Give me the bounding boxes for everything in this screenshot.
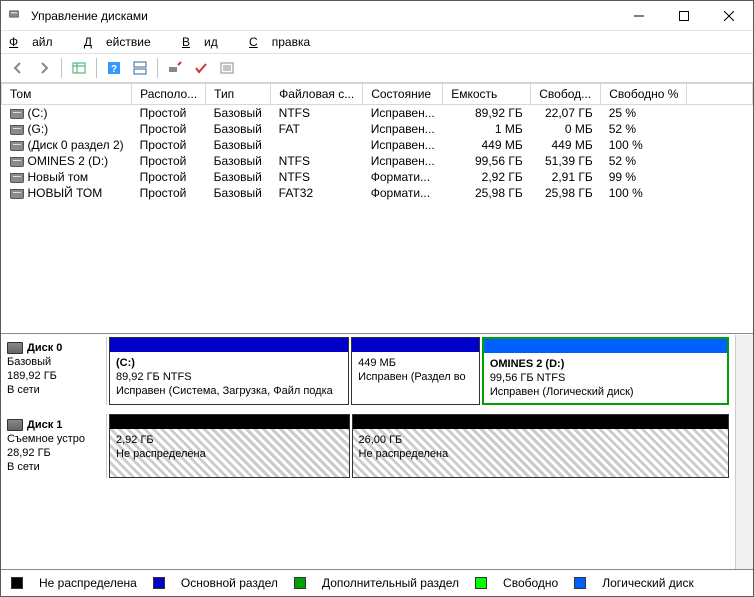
- legend-primary: Основной раздел: [181, 576, 278, 590]
- column-header[interactable]: Емкость: [443, 84, 531, 105]
- toolbar-separator: [96, 58, 97, 78]
- legend-swatch-primary: [153, 577, 165, 589]
- svg-text:?: ?: [111, 64, 117, 75]
- partition-status: Исправен (Логический диск): [490, 386, 634, 398]
- table-row[interactable]: НОВЫЙ ТОМПростойБазовыйFAT32Формати...25…: [2, 185, 753, 201]
- column-header[interactable]: Свободно %: [601, 84, 687, 105]
- partition-status: Не распределена: [359, 448, 449, 460]
- partition-title: (C:): [116, 357, 135, 369]
- graphical-view: Диск 0Базовый189,92 ГБВ сети(C:)89,92 ГБ…: [1, 334, 753, 569]
- column-header[interactable]: Располо...: [132, 84, 206, 105]
- window-title: Управление дисками: [31, 9, 616, 23]
- partition-sub: 89,92 ГБ NTFS: [116, 371, 192, 383]
- partition-status: Исправен (Раздел во: [358, 371, 465, 383]
- back-button[interactable]: [7, 57, 29, 79]
- menu-help[interactable]: Справка: [249, 35, 324, 49]
- disk-info[interactable]: Диск 1Съемное устро28,92 ГБВ сети: [1, 414, 107, 478]
- legend-free: Свободно: [503, 576, 558, 590]
- disk-type: Базовый: [7, 355, 100, 369]
- volume-icon: [10, 125, 24, 135]
- volume-icon: [10, 173, 24, 183]
- toolbar-settings-button[interactable]: [164, 57, 186, 79]
- volume-list[interactable]: ТомРасполо...ТипФайловая с...СостояниеЕм…: [1, 83, 753, 334]
- toolbar: ?: [1, 54, 753, 83]
- column-header[interactable]: Состояние: [363, 84, 443, 105]
- menu-view[interactable]: Вид: [182, 35, 232, 49]
- partition[interactable]: OMINES 2 (D:) 99,56 ГБ NTFS Исправен (Логи…: [482, 337, 729, 405]
- partition[interactable]: 449 МБ Исправен (Раздел во: [351, 337, 480, 405]
- disk-icon: [7, 419, 23, 431]
- disk-status: В сети: [7, 383, 100, 397]
- partition-status: Исправен (Система, Загрузка, Файл подка: [116, 385, 333, 397]
- table-row[interactable]: (C:)ПростойБазовыйNTFSИсправен...89,92 Г…: [2, 105, 753, 122]
- disk-status: В сети: [7, 460, 100, 474]
- legend-extended: Дополнительный раздел: [322, 576, 459, 590]
- partition-title: OMINES 2 (D:): [490, 358, 565, 370]
- minimize-button[interactable]: [616, 1, 661, 30]
- disk-info[interactable]: Диск 0Базовый189,92 ГБВ сети: [1, 337, 107, 405]
- close-button[interactable]: [706, 1, 751, 30]
- forward-button[interactable]: [33, 57, 55, 79]
- legend-swatch-unalloc: [11, 577, 23, 589]
- partition-sub: 449 МБ: [358, 357, 396, 369]
- column-header[interactable]: Свобод...: [531, 84, 601, 105]
- menu-action[interactable]: Действие: [84, 35, 165, 49]
- disk-icon: [7, 342, 23, 354]
- partition[interactable]: 26,00 ГБ Не распределена: [352, 414, 730, 478]
- table-row[interactable]: Новый томПростойБазовыйNTFSФормати...2,9…: [2, 169, 753, 185]
- volume-icon: [10, 189, 24, 199]
- legend-swatch-extended: [294, 577, 306, 589]
- volume-icon: [10, 157, 24, 167]
- legend: Не распределена Основной раздел Дополнит…: [1, 569, 753, 596]
- toolbar-separator: [61, 58, 62, 78]
- maximize-button[interactable]: [661, 1, 706, 30]
- partition[interactable]: 2,92 ГБ Не распределена: [109, 414, 350, 478]
- partition[interactable]: (C:) 89,92 ГБ NTFS Исправен (Система, Загр…: [109, 337, 349, 405]
- toolbar-view-button[interactable]: [68, 57, 90, 79]
- disk-size: 189,92 ГБ: [7, 369, 100, 383]
- table-row[interactable]: (Диск 0 раздел 2)ПростойБазовыйИсправен.…: [2, 137, 753, 153]
- disk-row: Диск 1Съемное устро28,92 ГБВ сети2,92 ГБ…: [1, 412, 735, 485]
- volume-icon: [10, 109, 24, 119]
- toolbar-check-button[interactable]: [190, 57, 212, 79]
- partition-sub: 2,92 ГБ: [116, 434, 154, 446]
- disk-name: Диск 1: [27, 418, 62, 432]
- disk-name: Диск 0: [27, 341, 62, 355]
- menu-file[interactable]: Файл: [9, 35, 67, 49]
- partition-status: Не распределена: [116, 448, 206, 460]
- column-header[interactable]: Файловая с...: [271, 84, 363, 105]
- app-icon: [9, 8, 25, 24]
- disk-type: Съемное устро: [7, 432, 100, 446]
- column-header[interactable]: Тип: [206, 84, 271, 105]
- column-header[interactable]: Том: [2, 84, 132, 105]
- table-row[interactable]: (G:)ПростойБазовыйFATИсправен...1 МБ0 МБ…: [2, 121, 753, 137]
- legend-logical: Логический диск: [602, 576, 694, 590]
- volume-icon: [10, 141, 24, 151]
- disk-row: Диск 0Базовый189,92 ГБВ сети (C:) 89,92 ГБ…: [1, 335, 735, 412]
- toolbar-layout-button[interactable]: [129, 57, 151, 79]
- toolbar-separator: [157, 58, 158, 78]
- titlebar: Управление дисками: [1, 1, 753, 31]
- help-button[interactable]: ?: [103, 57, 125, 79]
- partition-sub: 99,56 ГБ NTFS: [490, 372, 566, 384]
- partition-sub: 26,00 ГБ: [359, 434, 403, 446]
- disk-size: 28,92 ГБ: [7, 446, 100, 460]
- scrollbar[interactable]: [735, 335, 753, 569]
- legend-swatch-free: [475, 577, 487, 589]
- legend-swatch-logical: [574, 577, 586, 589]
- legend-unalloc: Не распределена: [39, 576, 137, 590]
- table-row[interactable]: OMINES 2 (D:)ПростойБазовыйNTFSИсправен.…: [2, 153, 753, 169]
- toolbar-list-button[interactable]: [216, 57, 238, 79]
- menubar: Файл Действие Вид Справка: [1, 31, 753, 54]
